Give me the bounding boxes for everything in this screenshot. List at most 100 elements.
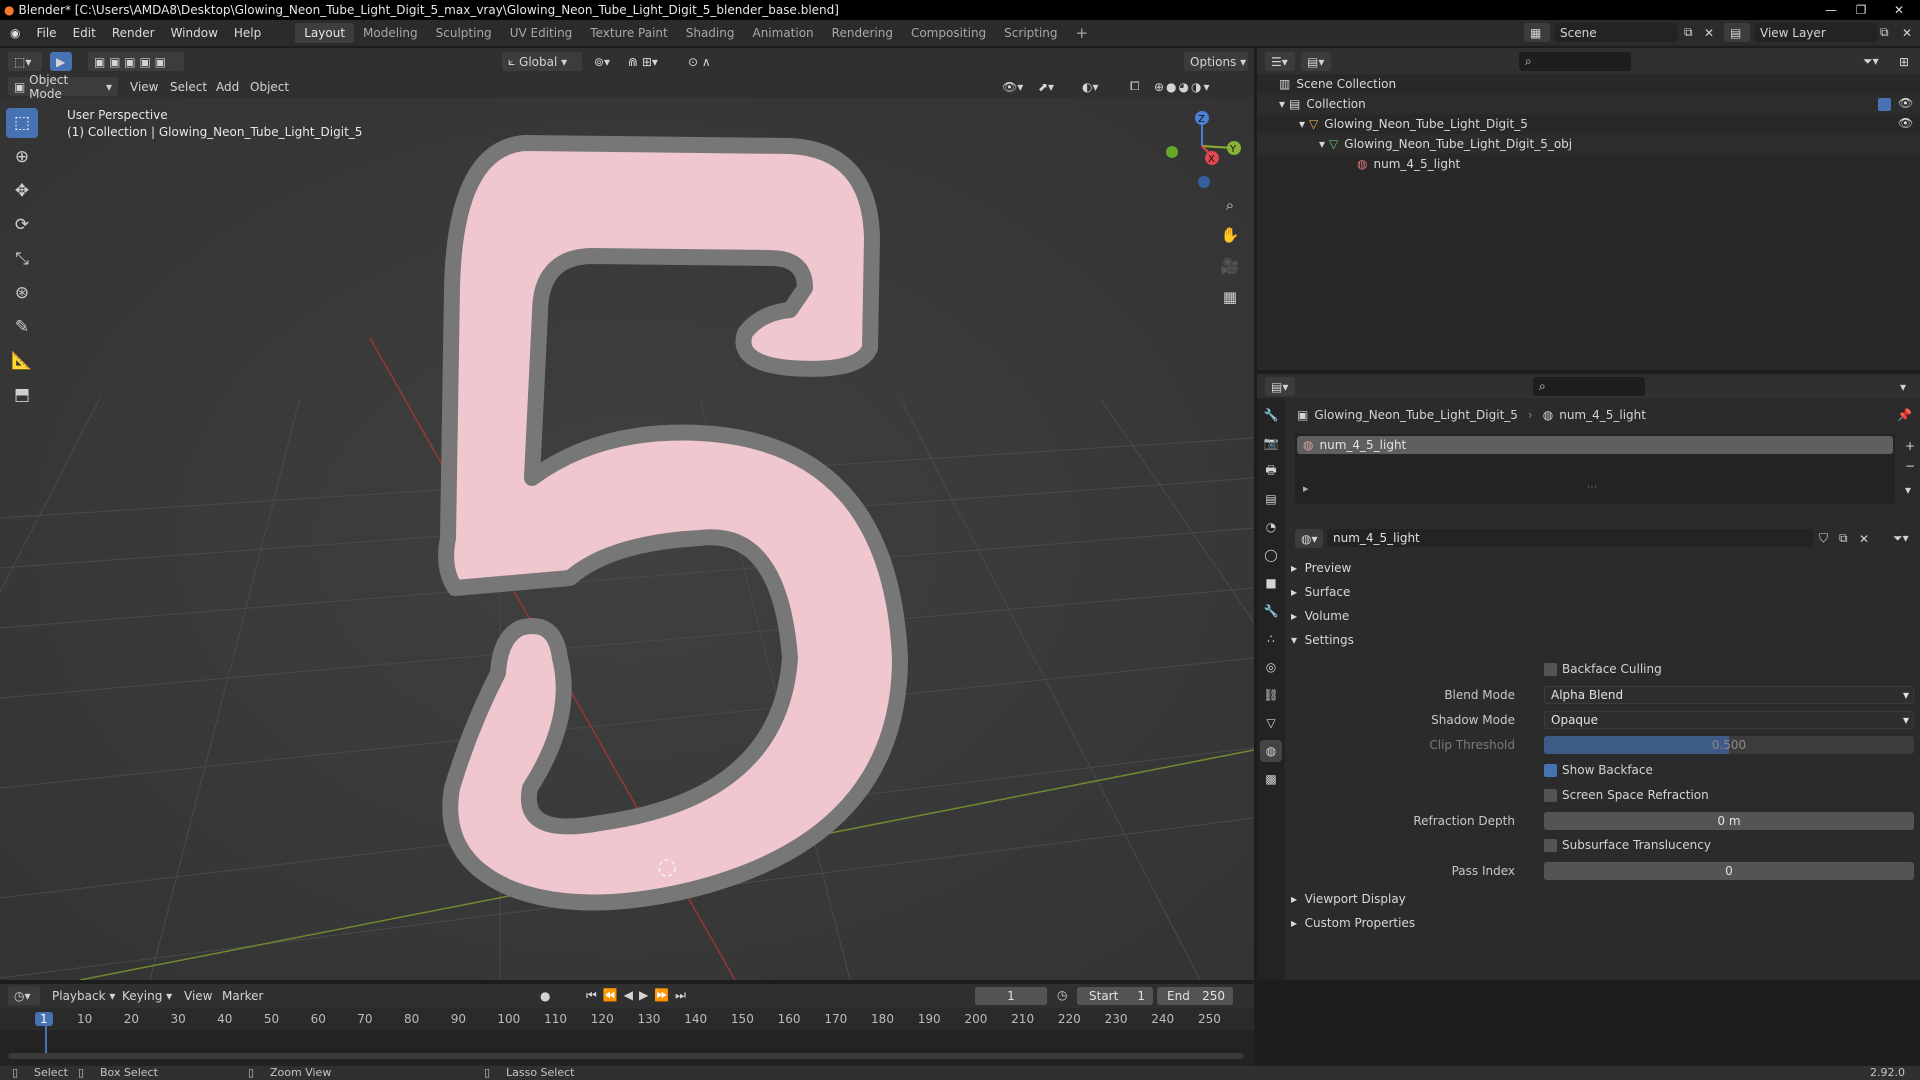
pin-icon[interactable]: 📌 — [1897, 408, 1912, 422]
panel-preview[interactable]: ▸ Preview — [1291, 561, 1351, 575]
subsurface-translucency-checkbox[interactable] — [1544, 839, 1557, 852]
timeline-area[interactable]: 1 10 20 30 40 50 60 70 80 90 100 110 120 130 140 150 160… — [0, 1008, 1254, 1066]
panel-volume[interactable]: ▸ Volume — [1291, 609, 1349, 623]
clip-threshold-slider[interactable]: 0.500 — [1544, 736, 1914, 754]
pan-hand-icon[interactable]: ✋ — [1217, 222, 1243, 248]
scene-remove-icon[interactable]: ✕ — [1698, 23, 1718, 42]
select-box-tool-icon[interactable]: ▶ — [50, 52, 72, 71]
selection-mode-icons[interactable]: ▣ ▣ ▣ ▣ ▣ — [88, 52, 184, 71]
current-frame-field[interactable]: 1 — [975, 987, 1047, 1005]
menu-file[interactable]: File — [28, 26, 64, 40]
tab-sculpting[interactable]: Sculpting — [427, 23, 501, 43]
expand-arrow-icon[interactable]: ▾ — [1319, 137, 1325, 151]
editor-type-icon[interactable]: ⬚▾ — [8, 52, 42, 71]
world-tab-icon[interactable]: ◯ — [1260, 544, 1282, 566]
scene-icon[interactable]: ▦ — [1524, 23, 1550, 42]
shading-mode-icons[interactable]: ⊕●◕◑▾ — [1148, 77, 1218, 96]
options-button[interactable]: Options ▾ — [1184, 52, 1248, 71]
pass-index-field[interactable]: 0 — [1544, 862, 1914, 880]
material-tab-icon[interactable]: ◍ — [1260, 740, 1282, 762]
xray-icon[interactable]: ⧠ — [1124, 77, 1146, 96]
output-tab-icon[interactable]: 🖶 — [1260, 460, 1282, 482]
viewport-menu-view[interactable]: View — [124, 77, 164, 96]
tab-modeling[interactable]: Modeling — [354, 23, 427, 43]
transform-orientation-select[interactable]: ⟀ Global ▾ — [502, 52, 582, 71]
overlays-icon[interactable]: ◐▾ — [1076, 77, 1105, 96]
viewport-menu-select[interactable]: Select — [164, 77, 213, 96]
tab-shading[interactable]: Shading — [677, 23, 744, 43]
eye-icon[interactable]: 👁 — [1898, 96, 1913, 110]
panel-viewport-display[interactable]: ▸ Viewport Display — [1291, 892, 1406, 906]
tab-rendering[interactable]: Rendering — [823, 23, 902, 43]
outliner-row-collection[interactable]: ▾ ▤ Collection 👁 — [1257, 94, 1920, 114]
pivot-point-icon[interactable]: ⊚▾ — [588, 52, 618, 71]
annotate-tool-icon[interactable]: ✎ — [6, 312, 38, 342]
viewport-scene[interactable]: Z Y X — [0, 98, 1254, 980]
proportional-edit-icon[interactable]: ⊙ ∧ — [682, 52, 732, 71]
tab-scripting[interactable]: Scripting — [995, 23, 1066, 43]
outliner-row-scene-collection[interactable]: ▥ Scene Collection — [1257, 74, 1920, 94]
expand-arrow-icon[interactable]: ▾ — [1279, 97, 1285, 111]
rotate-tool-icon[interactable]: ⟳ — [6, 210, 38, 240]
record-icon[interactable]: ● — [534, 986, 558, 1005]
view-layer-field[interactable]: View Layer — [1754, 23, 1878, 42]
refraction-depth-field[interactable]: 0 m — [1544, 812, 1914, 830]
timeline-menu-marker[interactable]: Marker — [216, 986, 269, 1005]
measure-tool-icon[interactable]: 📐 — [6, 346, 38, 376]
resize-grip-icon[interactable]: ⋯ — [1587, 482, 1597, 493]
data-tab-icon[interactable]: ▽ — [1260, 712, 1282, 734]
outliner-row-object[interactable]: ▾ ▽ Glowing_Neon_Tube_Light_Digit_5 👁 — [1257, 114, 1920, 134]
timeline-editor-type-icon[interactable]: ◷▾ — [8, 986, 40, 1005]
view-layer-new-icon[interactable]: ⧉ — [1874, 23, 1896, 42]
add-workspace-icon[interactable]: + — [1067, 21, 1098, 45]
new-collection-icon[interactable]: ⊞ — [1893, 52, 1917, 71]
shadow-mode-select[interactable]: Opaque ▾ — [1544, 711, 1914, 729]
scene-field[interactable]: Scene — [1554, 23, 1678, 42]
menu-help[interactable]: Help — [226, 26, 269, 40]
viewport-menu-add[interactable]: Add — [210, 77, 245, 96]
panel-custom-properties[interactable]: ▸ Custom Properties — [1291, 916, 1415, 930]
expand-arrow-icon[interactable]: ▾ — [1299, 117, 1305, 131]
add-cube-tool-icon[interactable]: ⬒ — [6, 380, 38, 410]
material-slot-item[interactable]: ◍ num_4_5_light — [1297, 436, 1893, 454]
cursor-tool-icon[interactable]: ⊕ — [6, 142, 38, 172]
timeline-menu-view[interactable]: View — [178, 986, 218, 1005]
select-tool-icon[interactable]: ⬚ — [6, 108, 38, 138]
3d-viewport[interactable]: Z Y X User Perspective (1) Collection | … — [0, 98, 1254, 980]
menu-window[interactable]: Window — [163, 26, 226, 40]
tab-texture-paint[interactable]: Texture Paint — [581, 23, 676, 43]
properties-editor-type-icon[interactable]: ▤▾ — [1265, 377, 1295, 396]
properties-options-icon[interactable]: ▾ — [1894, 377, 1914, 396]
scale-tool-icon[interactable]: ⤡ — [6, 244, 38, 274]
slot-menu-icon[interactable]: ▾ — [1899, 480, 1917, 499]
expand-arrow-icon[interactable]: ▸ — [1303, 482, 1309, 495]
camera-icon[interactable]: 🎥 — [1217, 253, 1243, 279]
menu-edit[interactable]: Edit — [65, 26, 104, 40]
move-tool-icon[interactable]: ✥ — [6, 176, 38, 206]
unlink-material-icon[interactable]: ✕ — [1853, 529, 1873, 548]
tab-uv-editing[interactable]: UV Editing — [501, 23, 582, 43]
tool-tab-icon[interactable]: 🔧 — [1260, 404, 1282, 426]
snap-icon[interactable]: ⋒ ⊞▾ — [622, 52, 678, 71]
visibility-icon[interactable]: 👁▾ — [996, 77, 1029, 96]
physics-tab-icon[interactable]: ◎ — [1260, 656, 1282, 678]
zoom-icon[interactable]: ⌕ — [1217, 192, 1243, 218]
scene-new-icon[interactable]: ⧉ — [1678, 23, 1700, 42]
node-tree-icon[interactable]: ⏷▾ — [1887, 529, 1917, 548]
gizmo-icon[interactable]: ⬈▾ — [1032, 77, 1060, 96]
tab-layout[interactable]: Layout — [295, 23, 355, 43]
ortho-grid-icon[interactable]: ▦ — [1217, 284, 1243, 310]
outliner-row-material[interactable]: ◍ num_4_5_light — [1257, 154, 1920, 174]
tab-compositing[interactable]: Compositing — [902, 23, 995, 43]
scene-tab-icon[interactable]: ◔ — [1260, 516, 1282, 538]
filter-icon[interactable]: ⏷▾ — [1857, 52, 1887, 71]
constraints-tab-icon[interactable]: ⛓ — [1260, 684, 1282, 706]
display-mode-icon[interactable]: ▤▾ — [1301, 52, 1331, 71]
render-tab-icon[interactable]: 📷 — [1260, 432, 1282, 454]
remove-slot-icon[interactable]: − — [1899, 456, 1917, 475]
show-backface-checkbox[interactable] — [1544, 764, 1557, 777]
exclude-checkbox[interactable] — [1878, 98, 1891, 111]
viewport-menu-object[interactable]: Object — [244, 77, 295, 96]
material-slot-list[interactable]: ◍ num_4_5_light ▸ ⋯ — [1295, 434, 1895, 504]
view-layer-icon[interactable]: ▤ — [1724, 23, 1750, 42]
